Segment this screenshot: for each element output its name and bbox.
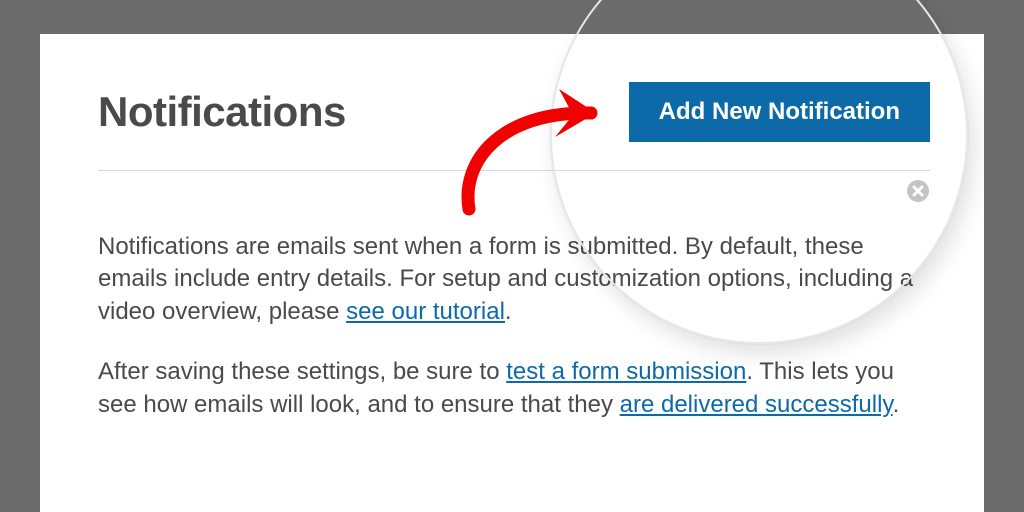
info-notice: Notifications are emails sent when a for…: [98, 171, 930, 421]
info-paragraph-1: Notifications are emails sent when a for…: [98, 231, 930, 328]
close-icon: [906, 179, 930, 203]
add-new-notification-button[interactable]: Add New Notification: [629, 82, 930, 142]
settings-panel: Notifications Add New Notification Notif…: [40, 34, 984, 512]
panel-header: Notifications Add New Notification: [98, 82, 930, 171]
info-paragraph-2: After saving these settings, be sure to …: [98, 356, 930, 421]
text: .: [505, 298, 512, 325]
delivered-successfully-link[interactable]: are delivered successfully: [620, 391, 893, 418]
page-title: Notifications: [98, 88, 346, 136]
dismiss-notice-button[interactable]: [906, 179, 930, 203]
tutorial-link[interactable]: see our tutorial: [346, 298, 505, 325]
text: After saving these settings, be sure to: [98, 358, 506, 385]
test-submission-link[interactable]: test a form submission: [506, 358, 746, 385]
text: .: [893, 391, 900, 418]
